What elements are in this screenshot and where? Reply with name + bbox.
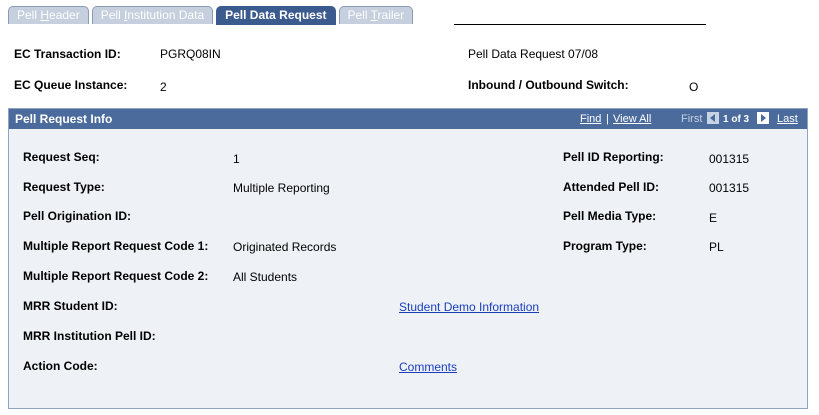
first-label: First <box>681 113 703 125</box>
request-title: Pell Data Request 07/08 <box>468 47 599 61</box>
panel-header: Pell Request Info Find | View All First … <box>9 109 807 129</box>
student-demo-information-link[interactable]: Student Demo Information <box>399 300 539 314</box>
nav-separator: | <box>606 113 609 125</box>
view-all-link[interactable]: View All <box>613 113 651 125</box>
pell-id-reporting-label: Pell ID Reporting: <box>563 150 664 164</box>
ec-transaction-id-value: PGRQ08IN <box>160 47 221 61</box>
action-code-label: Action Code: <box>23 359 98 373</box>
ec-queue-instance-label: EC Queue Instance: <box>14 78 128 92</box>
request-type-label: Request Type: <box>23 180 105 194</box>
request-seq-value: 1 <box>233 152 240 166</box>
find-link[interactable]: Find <box>580 113 601 125</box>
pell-media-type-value: E <box>709 211 718 225</box>
mrr-code-2-label: Multiple Report Request Code 2: <box>23 269 209 283</box>
mrr-institution-pell-id-label: MRR Institution Pell ID: <box>23 329 156 343</box>
tab-pell-header[interactable]: Pell Header <box>8 6 89 24</box>
previous-arrow-icon <box>707 112 719 124</box>
tab-label: Pell <box>347 8 371 22</box>
inbound-outbound-switch-value: O <box>689 80 699 94</box>
tab-label-accesskey: T <box>370 8 378 22</box>
mrr-code-1-label: Multiple Report Request Code 1: <box>23 239 209 253</box>
tab-label: Pell <box>17 8 41 22</box>
ec-queue-instance-value: 2 <box>160 80 167 94</box>
attended-pell-id-label: Attended Pell ID: <box>563 180 660 194</box>
pell-request-info-panel: Pell Request Info Find | View All First … <box>8 108 808 409</box>
tab-pell-data-request[interactable]: Pell Data Request <box>216 6 336 25</box>
program-type-label: Program Type: <box>563 239 647 253</box>
last-link[interactable]: Last <box>777 113 798 125</box>
pell-origination-id-label: Pell Origination ID: <box>23 209 132 223</box>
attended-pell-id-value: 001315 <box>709 181 750 195</box>
request-type-value: Multiple Reporting <box>233 181 330 195</box>
tab-label: nstitution Data <box>127 8 205 22</box>
tab-pell-trailer[interactable]: Pell Trailer <box>338 6 414 24</box>
comments-link[interactable]: Comments <box>399 360 457 374</box>
tab-underline <box>454 24 706 25</box>
tab-label: eader <box>49 8 80 22</box>
row-position: 1 of 3 <box>723 114 750 125</box>
inbound-outbound-switch-label: Inbound / Outbound Switch: <box>468 78 629 92</box>
tab-pell-institution-data[interactable]: Pell Institution Data <box>91 6 214 24</box>
next-arrow-icon[interactable] <box>757 112 769 124</box>
panel-title: Pell Request Info <box>15 112 113 126</box>
program-type-value: PL <box>709 240 724 254</box>
mrr-code-1-value: Originated Records <box>233 240 337 254</box>
tab-label-accesskey: H <box>40 8 50 22</box>
tab-label: Pell Data Request <box>225 8 327 22</box>
ec-transaction-id-label: EC Transaction ID: <box>14 47 121 61</box>
mrr-code-2-value: All Students <box>233 270 298 284</box>
request-seq-label: Request Seq: <box>23 150 100 164</box>
pell-media-type-label: Pell Media Type: <box>563 209 657 223</box>
tab-label: railer <box>377 8 405 22</box>
pell-id-reporting-value: 001315 <box>709 152 750 166</box>
mrr-student-id-label: MRR Student ID: <box>23 299 118 313</box>
tab-bar: Pell Header Pell Institution Data Pell D… <box>8 6 416 25</box>
tab-label: Pell <box>100 8 125 22</box>
